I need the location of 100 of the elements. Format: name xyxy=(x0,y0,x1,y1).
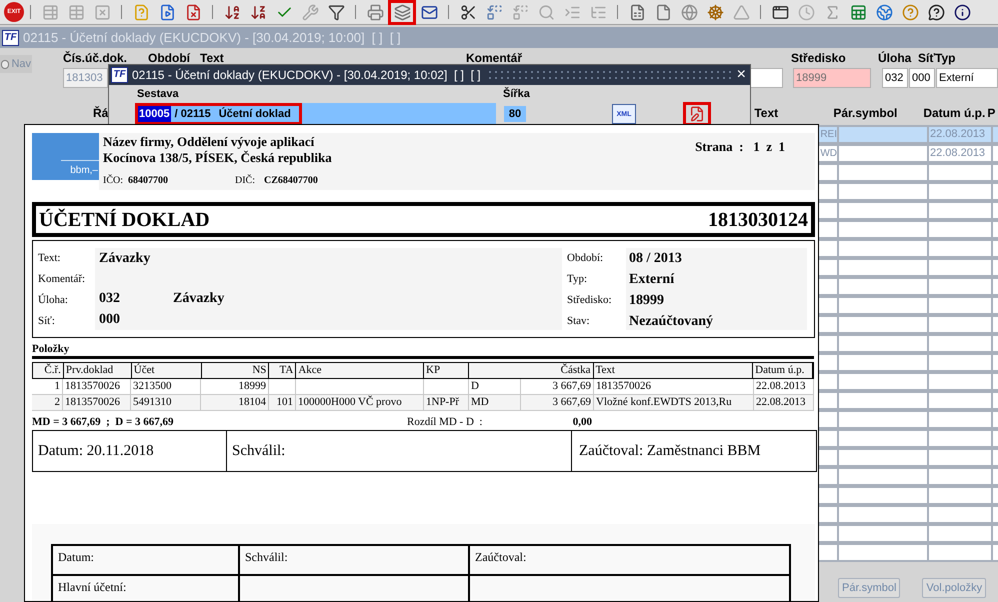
column-label: Úloha xyxy=(878,50,912,67)
column-header: P xyxy=(987,104,996,122)
table-cell: 2 xyxy=(32,395,63,411)
comment-field[interactable] xyxy=(750,68,783,88)
envelope-icon xyxy=(420,4,438,20)
field-label: Typ: xyxy=(567,272,588,287)
grid-cell xyxy=(929,163,993,182)
window-icon xyxy=(772,4,788,20)
grid-cell xyxy=(929,410,993,429)
table-cell: Vložné konf.EWDTS 2013,Ru xyxy=(594,395,754,411)
pdf-icon[interactable] xyxy=(689,106,705,122)
column-label: Středisko xyxy=(791,50,847,67)
grid-cell xyxy=(929,353,993,372)
report-label: Sestava xyxy=(137,87,180,102)
column-header: Text xyxy=(754,104,780,122)
sort-descending-icon xyxy=(250,4,266,20)
column-label: Síť xyxy=(918,50,935,67)
report-name[interactable]: Účetní doklad xyxy=(218,106,291,122)
field-value: 032 xyxy=(99,290,121,308)
company-logo: bbm,– xyxy=(32,133,99,180)
column-label: Komentář xyxy=(466,50,524,67)
grid-cell xyxy=(929,220,993,239)
help-icon xyxy=(902,4,918,20)
report-series: / 02115 xyxy=(174,106,211,122)
grid-cell xyxy=(929,391,993,410)
replace-icon xyxy=(486,4,502,20)
width-field[interactable]: 80 xyxy=(504,106,526,122)
field-label: Úloha: xyxy=(38,292,69,308)
table-header: Účet xyxy=(132,363,202,378)
sign-table-label: Zaúčtoval: xyxy=(475,550,526,564)
table-icon xyxy=(68,4,84,20)
column-label: Text xyxy=(200,50,225,67)
table-cell: 101 xyxy=(269,395,296,411)
grid-cell xyxy=(929,467,993,486)
field-value: Závazky xyxy=(173,290,224,308)
type-field[interactable]: Externí xyxy=(936,68,998,88)
clock-icon xyxy=(798,4,814,20)
field-label: Středisko: xyxy=(567,293,613,308)
close-button[interactable]: × xyxy=(736,67,750,83)
field-label: Text: xyxy=(38,251,62,266)
field-value: Nezaúčtovaný xyxy=(629,313,714,331)
column-label: Čís.úč.dok. xyxy=(63,50,128,67)
column-label: Období xyxy=(148,50,192,67)
document-number: 1813030124 xyxy=(708,208,808,232)
signature-text: Datum: 20.11.2018 xyxy=(38,442,154,461)
file-icon xyxy=(654,4,672,20)
difference-label: Rozdíl MD - D : xyxy=(407,414,484,430)
printer-icon xyxy=(366,4,384,20)
field-value: Externí xyxy=(629,271,676,289)
globe-icon xyxy=(680,4,698,20)
table-cell: 3 667,69 xyxy=(521,395,594,411)
sign-table-label: Schválil: xyxy=(245,550,288,564)
sort-ascending-icon xyxy=(224,4,240,20)
grid-cell xyxy=(929,486,993,505)
totals-text: MD = 3 667,69 ; D = 3 667,69 xyxy=(32,414,174,430)
grid-cell xyxy=(929,505,993,524)
file-play-icon xyxy=(158,4,176,20)
column-header: Datum ú.p. xyxy=(923,104,986,122)
company-address: Kocínova 138/5, PÍSEK, Česká republika xyxy=(103,150,333,166)
sign-table-label: Hlavní účetní: xyxy=(58,580,126,594)
grid-cell xyxy=(929,448,993,467)
search-icon xyxy=(538,4,554,20)
report-code[interactable]: 10005 xyxy=(138,106,171,122)
ico-value: 68407700 xyxy=(128,174,169,188)
field-value: Závazky xyxy=(99,250,152,268)
grid-cell xyxy=(929,334,993,353)
column-header: Řá xyxy=(93,104,108,122)
grid-cell xyxy=(929,372,993,391)
table-header: TA xyxy=(269,363,296,378)
grid-cell xyxy=(929,182,993,201)
table-remove-icon xyxy=(94,4,110,20)
field-label: Komentář: xyxy=(38,272,86,287)
app-logo: TF xyxy=(2,30,19,46)
field-value: 08 / 2013 xyxy=(629,250,683,268)
field-value: 18999 xyxy=(629,292,665,310)
table-header: NS xyxy=(202,363,270,378)
grid-cell xyxy=(929,258,993,277)
column-label: Typ xyxy=(935,50,956,67)
ship-wheel-icon xyxy=(706,4,724,20)
network-field[interactable]: 000 xyxy=(909,68,935,88)
task-field[interactable]: 032 xyxy=(882,68,908,88)
company-name: Název firmy, Oddělení vývoje aplikací xyxy=(103,134,316,150)
ico-label: IČO: xyxy=(103,173,123,188)
field-label: Síť: xyxy=(38,314,56,329)
dialog-title: 02115 - Účetní doklady (EKUCDOKV) - [30.04.2019; 10:02] [ ] [ ] xyxy=(132,67,481,84)
table-cell: 22.08.2013 xyxy=(754,395,814,411)
table-add-icon xyxy=(42,4,58,20)
field-label: Stav: xyxy=(567,314,591,329)
table-header: Prv.doklad xyxy=(64,363,132,378)
file-remove-icon xyxy=(184,4,202,20)
grid-cell xyxy=(929,543,993,562)
field-label: Období: xyxy=(567,251,604,266)
grid-cell xyxy=(929,315,993,334)
table-cell: MD xyxy=(469,395,521,411)
table-cell: 1813570026 xyxy=(63,395,131,411)
dic-value: CZ68407700 xyxy=(264,174,318,188)
spreadsheet-icon xyxy=(850,4,866,20)
width-label: Šířka xyxy=(503,86,530,102)
grid-cell xyxy=(929,277,993,296)
scissors-icon xyxy=(460,4,476,20)
